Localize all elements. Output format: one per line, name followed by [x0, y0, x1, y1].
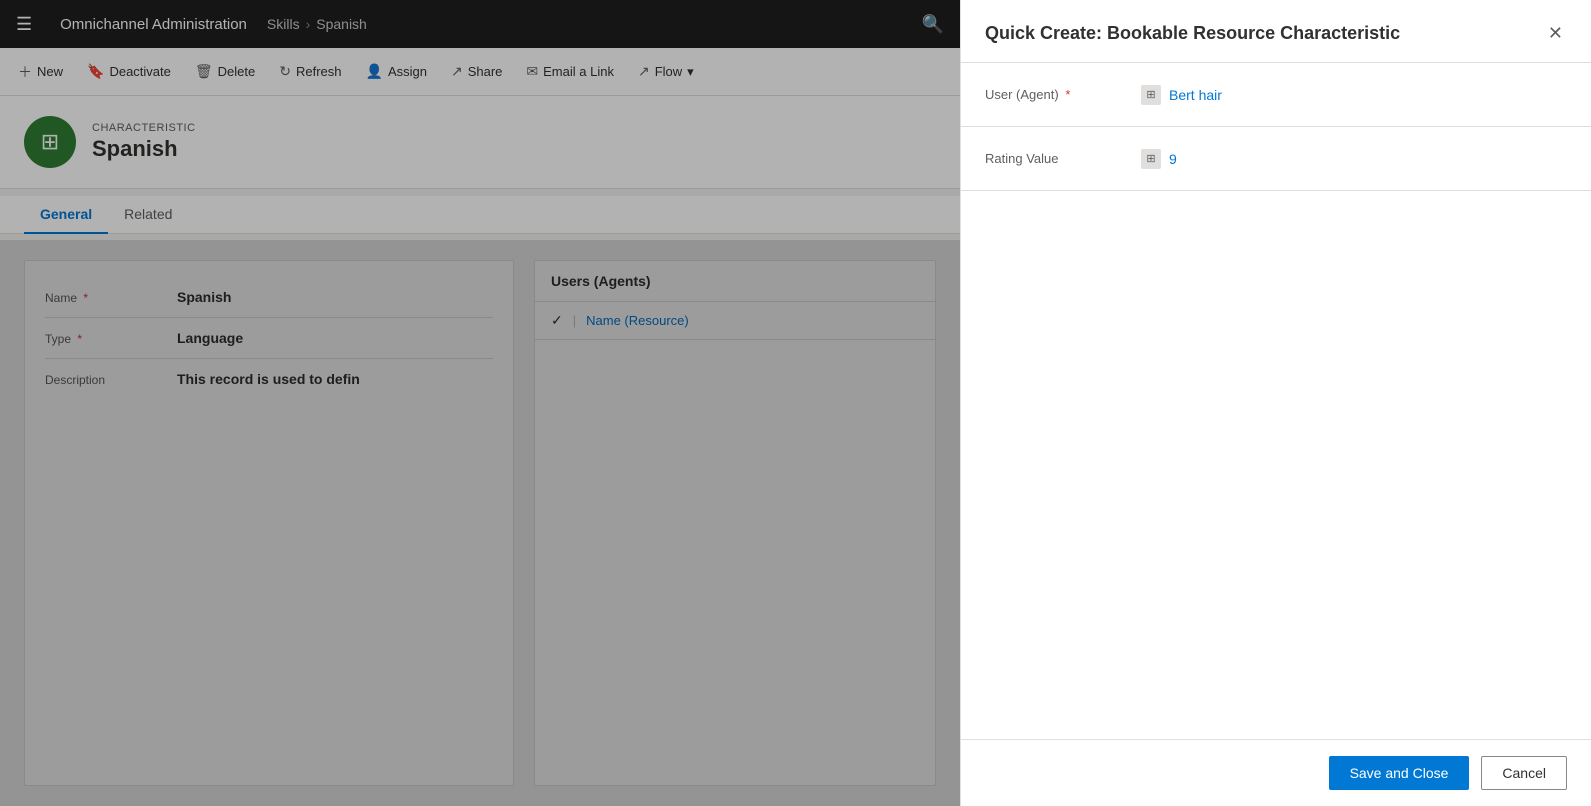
share-icon: ↗ — [451, 63, 463, 80]
tabs-bar: General Related — [0, 196, 960, 234]
field-description-row: Description This record is used to defin — [45, 359, 493, 399]
user-agent-icon: ⊞ — [1141, 85, 1161, 105]
save-and-close-button[interactable]: Save and Close — [1329, 756, 1470, 790]
qc-field-rating-value: Rating Value ⊞ 9 — [961, 127, 1591, 191]
name-label: Name * — [45, 289, 165, 305]
field-type-row: Type * Language — [45, 318, 493, 359]
record-type: CHARACTERISTIC — [92, 122, 196, 134]
users-card-header: Users (Agents) — [535, 261, 935, 302]
check-icon: ✓ — [551, 312, 563, 329]
qc-footer: Save and Close Cancel — [961, 739, 1591, 806]
breadcrumb: Skills › Spanish — [267, 16, 367, 32]
users-card: Users (Agents) ✓ | Name (Resource) — [534, 260, 936, 786]
record-header: ⊞ CHARACTERISTIC Spanish — [0, 96, 960, 189]
quick-create-panel: Quick Create: Bookable Resource Characte… — [960, 0, 1591, 806]
assign-button[interactable]: 👤 Assign — [356, 57, 437, 86]
assign-icon: 👤 — [366, 63, 383, 80]
flow-icon: ↗ — [638, 63, 650, 80]
email-link-button[interactable]: ✉ Email a Link — [516, 57, 624, 86]
hamburger-icon[interactable]: ☰ — [8, 10, 40, 39]
email-icon: ✉ — [526, 63, 538, 80]
breadcrumb-spanish: Spanish — [316, 16, 367, 32]
breadcrumb-sep: › — [306, 16, 311, 32]
tab-related[interactable]: Related — [108, 196, 188, 234]
table-row: ✓ | Name (Resource) — [535, 302, 935, 340]
toolbar: ＋ New 🔖 Deactivate 🗑 Delete ↻ Refresh 👤 … — [0, 48, 960, 96]
record-icon: ⊞ — [24, 116, 76, 168]
qc-close-button[interactable]: ✕ — [1544, 20, 1567, 46]
name-resource-link[interactable]: Name (Resource) — [586, 313, 689, 328]
deactivate-icon: 🔖 — [87, 63, 104, 80]
qc-field-user-agent: User (Agent) * ⊞ Bert hair — [961, 63, 1591, 127]
qc-title: Quick Create: Bookable Resource Characte… — [985, 23, 1400, 44]
qc-rating-value-label: Rating Value — [985, 151, 1125, 166]
qc-header: Quick Create: Bookable Resource Characte… — [961, 0, 1591, 63]
breadcrumb-skills[interactable]: Skills — [267, 16, 300, 32]
app-name: Omnichannel Administration — [48, 16, 259, 33]
col-separator: | — [573, 313, 576, 328]
user-agent-required: * — [1065, 87, 1070, 102]
qc-user-agent-label: User (Agent) * — [985, 87, 1125, 102]
qc-body: User (Agent) * ⊞ Bert hair Rating Value … — [961, 63, 1591, 739]
field-name-row: Name * Spanish — [45, 277, 493, 318]
new-icon: ＋ — [18, 62, 32, 82]
flow-dropdown-icon[interactable]: ▾ — [687, 64, 694, 80]
qc-user-agent-value-container: ⊞ Bert hair — [1141, 85, 1567, 105]
name-required: * — [83, 291, 88, 305]
deactivate-button[interactable]: 🔖 Deactivate — [77, 57, 181, 86]
new-button[interactable]: ＋ New — [8, 56, 73, 88]
type-required: * — [77, 332, 82, 346]
cancel-button[interactable]: Cancel — [1481, 756, 1567, 790]
description-label: Description — [45, 371, 165, 387]
rating-value-icon: ⊞ — [1141, 149, 1161, 169]
rating-value[interactable]: 9 — [1169, 151, 1177, 167]
content-area: Name * Spanish Type * Language Descripti… — [0, 240, 960, 806]
delete-icon: 🗑 — [195, 63, 213, 80]
qc-rating-value-container: ⊞ 9 — [1141, 149, 1567, 169]
refresh-icon: ↻ — [279, 63, 291, 80]
share-button[interactable]: ↗ Share — [441, 57, 512, 86]
record-name: Spanish — [92, 136, 196, 162]
description-value[interactable]: This record is used to defin — [177, 371, 493, 387]
user-agent-value[interactable]: Bert hair — [1169, 87, 1222, 103]
record-meta: CHARACTERISTIC Spanish — [92, 122, 196, 162]
top-nav-bar: ☰ Omnichannel Administration Skills › Sp… — [0, 0, 960, 48]
flow-button[interactable]: ↗ Flow ▾ — [628, 57, 704, 86]
form-card: Name * Spanish Type * Language Descripti… — [24, 260, 514, 786]
name-value[interactable]: Spanish — [177, 289, 493, 305]
delete-button[interactable]: 🗑 Delete — [185, 57, 265, 86]
tab-general[interactable]: General — [24, 196, 108, 234]
type-value[interactable]: Language — [177, 330, 493, 346]
search-icon[interactable]: 🔍 — [914, 10, 952, 39]
refresh-button[interactable]: ↻ Refresh — [269, 57, 351, 86]
type-label: Type * — [45, 330, 165, 346]
